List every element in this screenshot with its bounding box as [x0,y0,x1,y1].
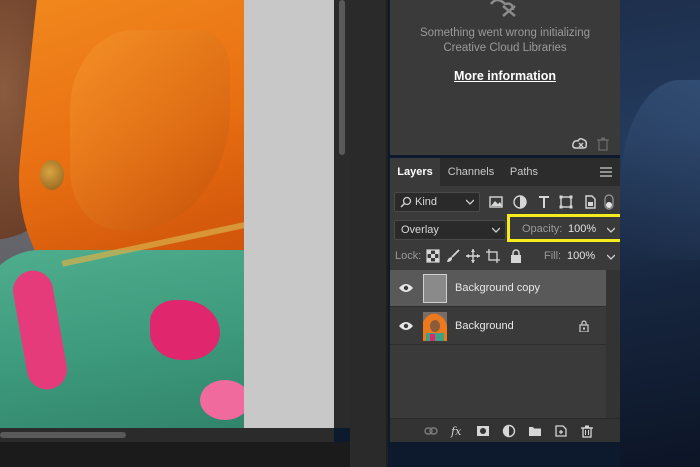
tab-channels[interactable]: Channels [440,158,502,186]
adjustment-filter-icon[interactable] [512,194,528,210]
layer-lock-icon[interactable] [579,320,589,332]
trash-icon[interactable] [597,137,609,151]
lock-image-pixels-icon[interactable] [446,249,460,263]
scrollbar-thumb[interactable] [339,0,345,155]
tab-paths[interactable]: Paths [502,158,546,186]
document-canvas[interactable] [0,0,244,428]
filter-kind-value: Kind [415,196,438,208]
libraries-error-icon [490,0,516,17]
canvas-photo-earring [40,160,64,190]
panel-dock-separator [350,0,388,467]
desktop-wallpaper [620,0,700,467]
svg-text:fx: fx [450,425,462,438]
layer-row-background-copy[interactable]: Background copy [390,270,606,307]
visibility-eye-icon[interactable] [399,321,413,331]
lock-all-icon[interactable] [509,249,523,263]
layer-filter-row: Kind [390,190,620,214]
document-horizontal-scrollbar[interactable] [0,428,334,442]
lock-artboard-icon[interactable] [486,249,500,263]
canvas-pasteboard [244,0,334,428]
new-layer-icon[interactable] [554,424,568,438]
blend-mode-select[interactable]: Overlay [394,220,506,240]
layers-footer: fx [390,418,620,442]
layer-row-background[interactable]: Background [390,308,606,345]
layer-list: Background copy Background [390,270,606,346]
lock-row: Lock: Fill: 100% [390,246,620,268]
chevron-down-icon[interactable] [607,227,615,233]
chevron-down-icon [492,227,500,233]
fx-icon[interactable]: fx [450,424,464,438]
lock-label: Lock: [395,250,422,262]
cloud-sync-icon[interactable] [572,137,588,151]
panel-tab-bar: Layers Channels Paths [390,158,620,186]
visibility-eye-icon[interactable] [399,283,413,293]
layer-list-scrollbar[interactable] [606,270,620,420]
layers-panel: Layers Channels Paths Kind Overlay Opaci… [390,158,623,442]
layer-thumbnail [423,312,447,341]
opacity-input[interactable]: 100% [568,223,596,235]
scrollbar-thumb[interactable] [0,432,126,438]
delete-layer-icon[interactable] [580,424,594,438]
lock-transparent-pixels-icon[interactable] [426,249,440,263]
adjustment-layer-icon[interactable] [502,424,516,438]
blend-row: Overlay Opacity: 100% [390,214,623,242]
blend-mode-value: Overlay [401,224,439,236]
layer-name[interactable]: Background copy [455,282,540,294]
more-information-link[interactable]: More information [390,69,620,83]
layer-name[interactable]: Background [455,320,514,332]
chevron-down-icon [466,199,474,205]
tab-layers[interactable]: Layers [390,158,440,186]
lock-position-icon[interactable] [466,249,480,263]
image-filter-icon[interactable] [488,194,504,210]
smart-object-filter-icon[interactable] [582,194,598,210]
type-filter-icon[interactable] [536,194,552,210]
photoshop-window: Something went wrong initializing Creati… [0,0,700,467]
new-group-icon[interactable] [528,424,542,438]
layer-thumbnail [423,274,447,303]
filter-kind-select[interactable]: Kind [394,192,480,212]
status-area [0,442,388,467]
shape-filter-icon[interactable] [558,194,574,210]
filter-toggle-icon[interactable] [604,194,614,210]
panel-menu-icon[interactable] [600,167,612,177]
search-icon [400,196,412,208]
fill-input[interactable]: 100% [567,250,595,262]
document-vertical-scrollbar[interactable] [334,0,350,428]
link-layers-icon[interactable] [424,424,438,438]
canvas-photo-pattern [200,380,244,420]
libraries-panel: Something went wrong initializing Creati… [390,0,620,155]
add-mask-icon[interactable] [476,424,490,438]
chevron-down-icon[interactable] [607,254,615,260]
libraries-error-message: Something went wrong initializing Creati… [419,27,591,54]
fill-label: Fill: [544,250,562,262]
opacity-label: Opacity: [522,223,563,235]
